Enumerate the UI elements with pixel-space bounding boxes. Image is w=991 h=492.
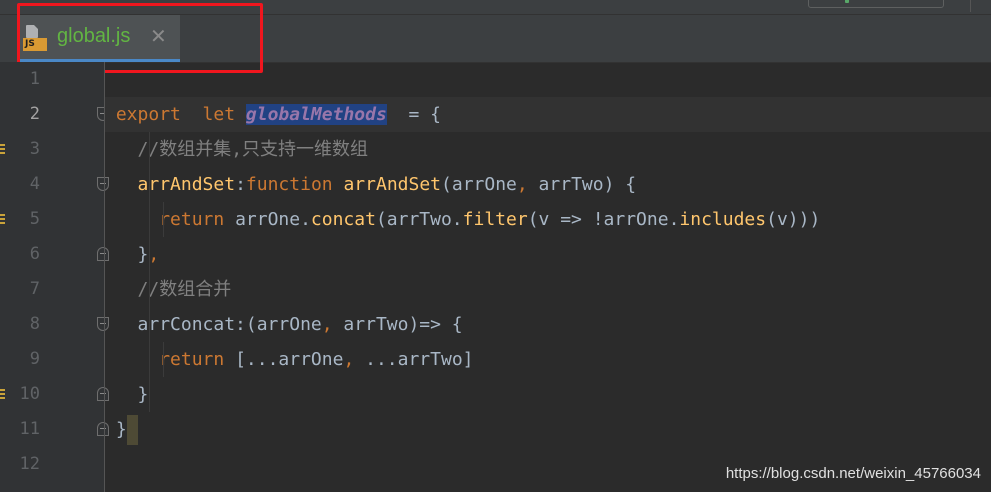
line-padding — [105, 384, 116, 405]
code-token: (arrTwo. — [375, 209, 463, 230]
line-number: 10 — [19, 384, 40, 404]
line-number: 12 — [19, 454, 40, 474]
line-padding — [105, 279, 116, 300]
line-padding — [105, 104, 116, 125]
code-line[interactable]: arrAndSet:function arrAndSet(arrOne, arr… — [105, 167, 991, 202]
code-token: arrConcat:(arrOne — [115, 314, 322, 335]
line-number: 6 — [29, 244, 40, 264]
change-marker-icon — [0, 144, 5, 156]
line-number: 5 — [29, 209, 40, 229]
line-number: 8 — [29, 314, 40, 334]
code-editor[interactable]: export let globalMethods = { //数组并集,只支持一… — [105, 62, 991, 492]
line-padding — [105, 349, 116, 370]
code-line[interactable]: return [...arrOne, ...arrTwo] — [105, 342, 991, 377]
code-token: = { — [386, 104, 441, 125]
line-padding — [105, 69, 116, 90]
code-token: [...arrOne — [235, 349, 344, 370]
code-line[interactable]: //数组并集,只支持一维数组 — [105, 132, 991, 167]
code-line[interactable]: } — [105, 412, 991, 447]
code-token: } — [115, 384, 149, 405]
code-token: arrTwo) { — [527, 174, 637, 195]
code-line[interactable]: } — [105, 377, 991, 412]
code-token: //数组合并 — [115, 279, 232, 300]
code-token: return — [159, 209, 236, 230]
code-token: arrOne. — [235, 209, 311, 230]
line-padding — [105, 419, 116, 440]
line-number-gutter: 1 2 3 4 5 6 7 8 9 10 11 12 — [0, 62, 109, 492]
line-number: 1 — [29, 69, 40, 89]
line-number: 3 — [29, 139, 40, 159]
code-token: globalMethods — [245, 104, 387, 125]
code-token: return — [159, 349, 236, 370]
brace-match-highlight — [126, 415, 138, 445]
line-padding — [105, 139, 116, 160]
code-line[interactable]: arrConcat:(arrOne, arrTwo)=> { — [105, 307, 991, 342]
code-token: (arrOne — [441, 174, 517, 195]
line-number: 4 — [29, 174, 40, 194]
code-token: concat — [310, 209, 376, 230]
code-token: arrAndSet — [137, 174, 236, 195]
line-padding — [105, 454, 116, 475]
watermark: https://blog.csdn.net/weixin_45766034 — [725, 465, 981, 482]
indent-guide — [163, 202, 164, 237]
code-token: (v))) — [766, 209, 821, 230]
line-number: 2 — [29, 104, 40, 124]
code-token: arrAndSet — [343, 174, 442, 195]
code-token: : — [235, 174, 246, 195]
change-marker-icon — [0, 214, 5, 226]
code-token: includes — [679, 209, 767, 230]
line-padding — [105, 174, 116, 195]
line-padding — [105, 244, 116, 265]
line-number: 11 — [19, 419, 40, 439]
line-number: 7 — [29, 279, 40, 299]
code-token: ...arrTwo] — [354, 349, 474, 370]
code-token: arrTwo)=> { — [332, 314, 463, 335]
toolbar-divider — [970, 0, 971, 12]
code-line[interactable]: export let globalMethods = { — [105, 97, 991, 132]
line-padding — [105, 314, 116, 335]
line-number: 9 — [29, 349, 40, 369]
code-token: , — [321, 314, 333, 335]
run-configuration-widget[interactable] — [808, 0, 944, 8]
code-token: filter — [462, 209, 528, 230]
code-line[interactable] — [105, 62, 991, 97]
code-token: let — [180, 104, 246, 125]
code-token: , — [516, 174, 528, 195]
change-marker-icon — [0, 389, 5, 401]
code-token: } — [115, 244, 149, 265]
code-token: function — [245, 174, 344, 195]
indent-guide — [163, 342, 164, 377]
code-token: } — [115, 419, 127, 440]
code-line[interactable]: return arrOne.concat(arrTwo.filter(v => … — [105, 202, 991, 237]
run-status-icon — [845, 0, 849, 3]
code-line[interactable]: //数组合并 — [105, 272, 991, 307]
indent-guide — [149, 132, 150, 412]
code-token: //数组并集,只支持一维数组 — [115, 139, 369, 160]
code-token: , — [343, 349, 355, 370]
code-token: (v => !arrOne. — [527, 209, 680, 230]
code-token: export — [115, 104, 181, 125]
line-padding — [105, 209, 116, 230]
code-line[interactable]: }, — [105, 237, 991, 272]
